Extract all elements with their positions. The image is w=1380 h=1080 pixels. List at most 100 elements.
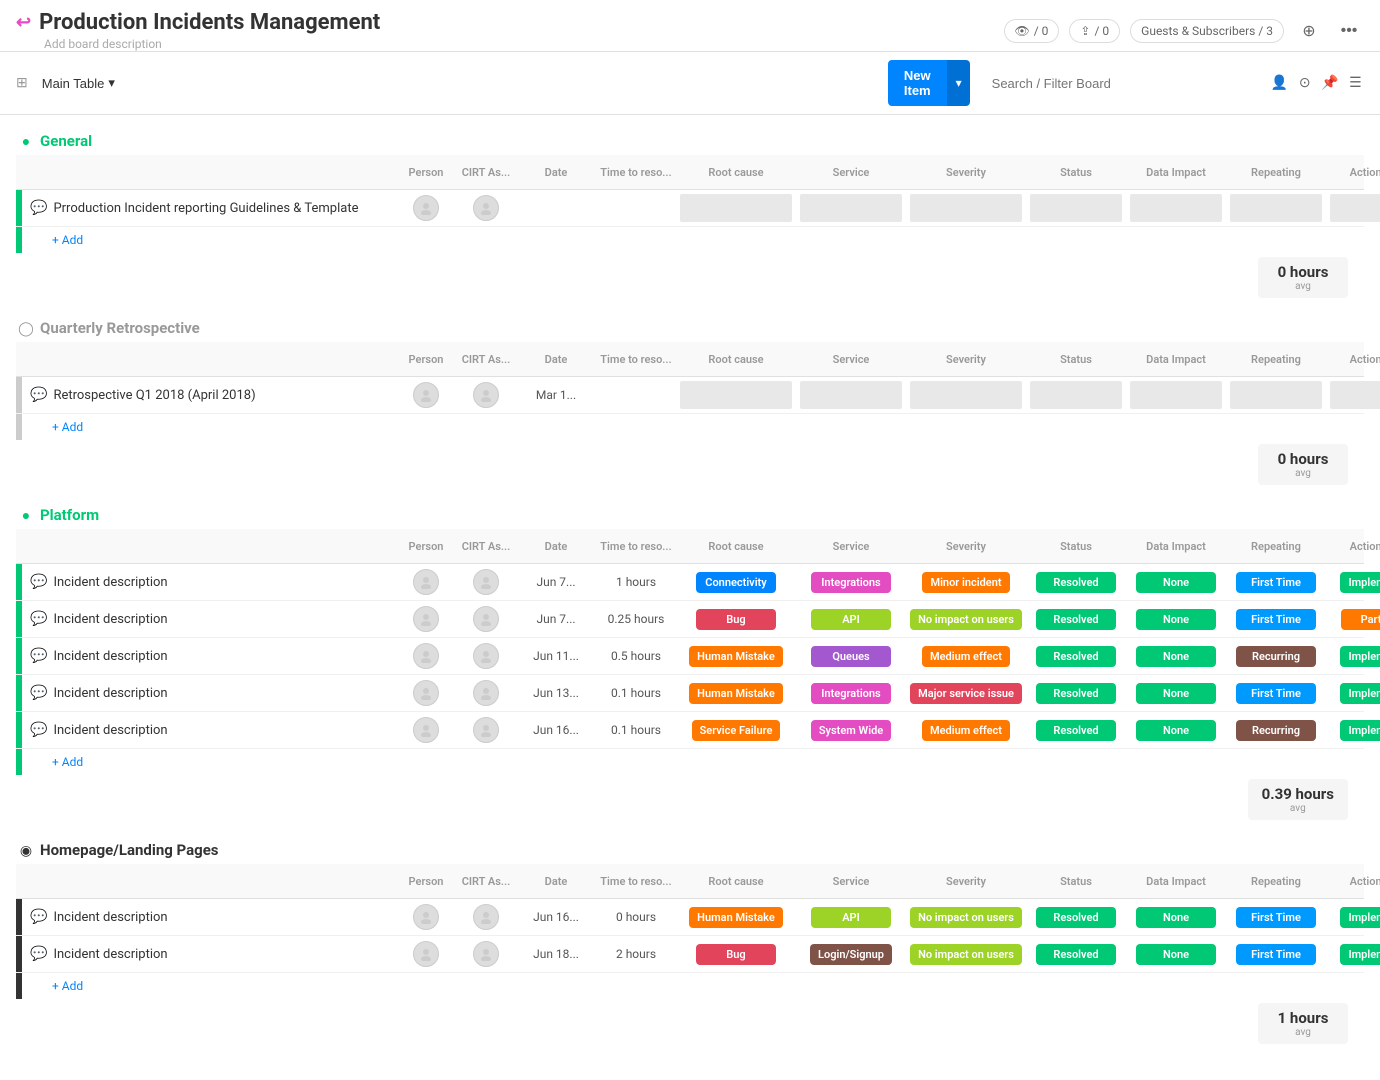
cirt-avatar[interactable] [473,382,499,408]
row-root[interactable]: Human Mistake [676,642,796,671]
row-action[interactable]: Implemented [1326,679,1380,708]
row-date[interactable]: Jun 13... [516,682,596,704]
group-toggle-general[interactable]: ● [16,131,36,151]
row-impact[interactable]: None [1126,940,1226,969]
row-status[interactable]: Resolved [1026,605,1126,634]
tag[interactable]: Resolved [1036,720,1116,741]
tag[interactable]: Implemented [1340,646,1380,667]
tag[interactable]: No impact on users [910,944,1022,965]
row-repeating[interactable]: First Time [1226,903,1326,932]
row-impact[interactable]: None [1126,679,1226,708]
row-status[interactable]: Resolved [1026,679,1126,708]
row-cirt[interactable] [456,643,516,669]
row-status[interactable]: Resolved [1026,716,1126,745]
back-icon[interactable]: ↩ [16,12,31,33]
cirt-avatar[interactable] [473,941,499,967]
row-cirt[interactable] [456,195,516,221]
pin-icon[interactable]: 📌 [1321,68,1338,98]
row-person[interactable] [396,717,456,743]
tag[interactable]: None [1136,683,1216,704]
person-avatar[interactable] [413,941,439,967]
row-person[interactable] [396,941,456,967]
comment-icon[interactable]: 💬 [30,946,47,962]
tag[interactable]: Implemented [1340,720,1380,741]
tag[interactable]: Partially [1341,609,1380,630]
share-button[interactable]: ⊕ [1294,16,1324,46]
row-action[interactable]: Implemented [1326,716,1380,745]
filter-icon[interactable]: ☰ [1347,68,1364,98]
tag[interactable]: Integrations [811,572,891,593]
more-options-button[interactable]: ••• [1334,16,1364,46]
tag[interactable]: Bug [696,609,776,630]
person-avatar[interactable] [413,904,439,930]
row-cirt[interactable] [456,717,516,743]
row-person[interactable] [396,643,456,669]
row-repeating[interactable]: Recurring [1226,642,1326,671]
tag[interactable]: None [1136,944,1216,965]
person-avatar[interactable] [413,643,439,669]
comment-icon[interactable]: 💬 [30,685,47,701]
tag[interactable]: Medium effect [922,720,1010,741]
row-cirt[interactable] [456,382,516,408]
guests-counter[interactable]: Guests & Subscribers / 3 [1130,19,1284,43]
tag[interactable]: Resolved [1036,683,1116,704]
tag[interactable]: None [1136,720,1216,741]
tag[interactable]: Human Mistake [689,646,783,667]
row-service[interactable]: API [796,605,906,634]
cirt-avatar[interactable] [473,680,499,706]
row-root[interactable]: Bug [676,605,796,634]
add-row-homepage[interactable]: + Add [16,973,1364,999]
tag[interactable]: Integrations [811,683,891,704]
tag[interactable]: Human Mistake [689,907,783,928]
person-avatar[interactable] [413,606,439,632]
tag[interactable]: Login/Signup [810,944,892,965]
person-avatar[interactable] [413,717,439,743]
tag[interactable]: First Time [1236,609,1316,630]
tag[interactable]: Queues [811,646,891,667]
row-severity[interactable]: Medium effect [906,642,1026,671]
cirt-avatar[interactable] [473,904,499,930]
row-impact[interactable]: None [1126,903,1226,932]
tag[interactable]: API [811,609,891,630]
tag[interactable]: Resolved [1036,609,1116,630]
row-person[interactable] [396,904,456,930]
row-repeating[interactable]: First Time [1226,605,1326,634]
comment-icon[interactable]: 💬 [30,574,47,590]
new-item-dropdown-button[interactable]: ▾ [947,60,970,106]
group-toggle-platform[interactable]: ● [16,505,36,525]
main-table-button[interactable]: Main Table ▾ [34,71,123,95]
row-status[interactable]: Resolved [1026,940,1126,969]
row-service[interactable]: API [796,903,906,932]
row-person[interactable] [396,382,456,408]
row-impact[interactable]: None [1126,605,1226,634]
tag[interactable]: Medium effect [922,646,1010,667]
cirt-avatar[interactable] [473,606,499,632]
tag[interactable]: Recurring [1236,646,1316,667]
person-avatar[interactable] [413,195,439,221]
person-filter-icon[interactable]: 👤 [1271,68,1288,98]
row-date[interactable]: Jun 18... [516,943,596,965]
row-person[interactable] [396,569,456,595]
person-avatar[interactable] [413,382,439,408]
cirt-avatar[interactable] [473,717,499,743]
tag[interactable]: First Time [1236,572,1316,593]
row-service[interactable]: System Wide [796,716,906,745]
add-row-quarterly[interactable]: + Add [16,414,1364,440]
group-toggle-quarterly[interactable]: ◯ [16,318,36,338]
activity-icon[interactable]: ⊙ [1296,68,1313,98]
row-cirt[interactable] [456,569,516,595]
search-input[interactable] [978,70,1263,97]
row-name[interactable]: 💬 Retrospective Q1 2018 (April 2018) [22,381,396,409]
row-status[interactable]: Resolved [1026,568,1126,597]
comment-icon[interactable]: 💬 [30,909,47,925]
row-action[interactable]: Implemented [1326,903,1380,932]
row-repeating[interactable]: First Time [1226,679,1326,708]
row-root[interactable]: Connectivity [676,568,796,597]
tag[interactable]: First Time [1236,907,1316,928]
tag[interactable]: Resolved [1036,646,1116,667]
row-severity[interactable]: Major service issue [906,679,1026,708]
comment-icon[interactable]: 💬 [30,648,47,664]
tag[interactable]: No impact on users [910,609,1022,630]
row-repeating[interactable]: First Time [1226,568,1326,597]
comment-icon[interactable]: 💬 [30,611,47,627]
